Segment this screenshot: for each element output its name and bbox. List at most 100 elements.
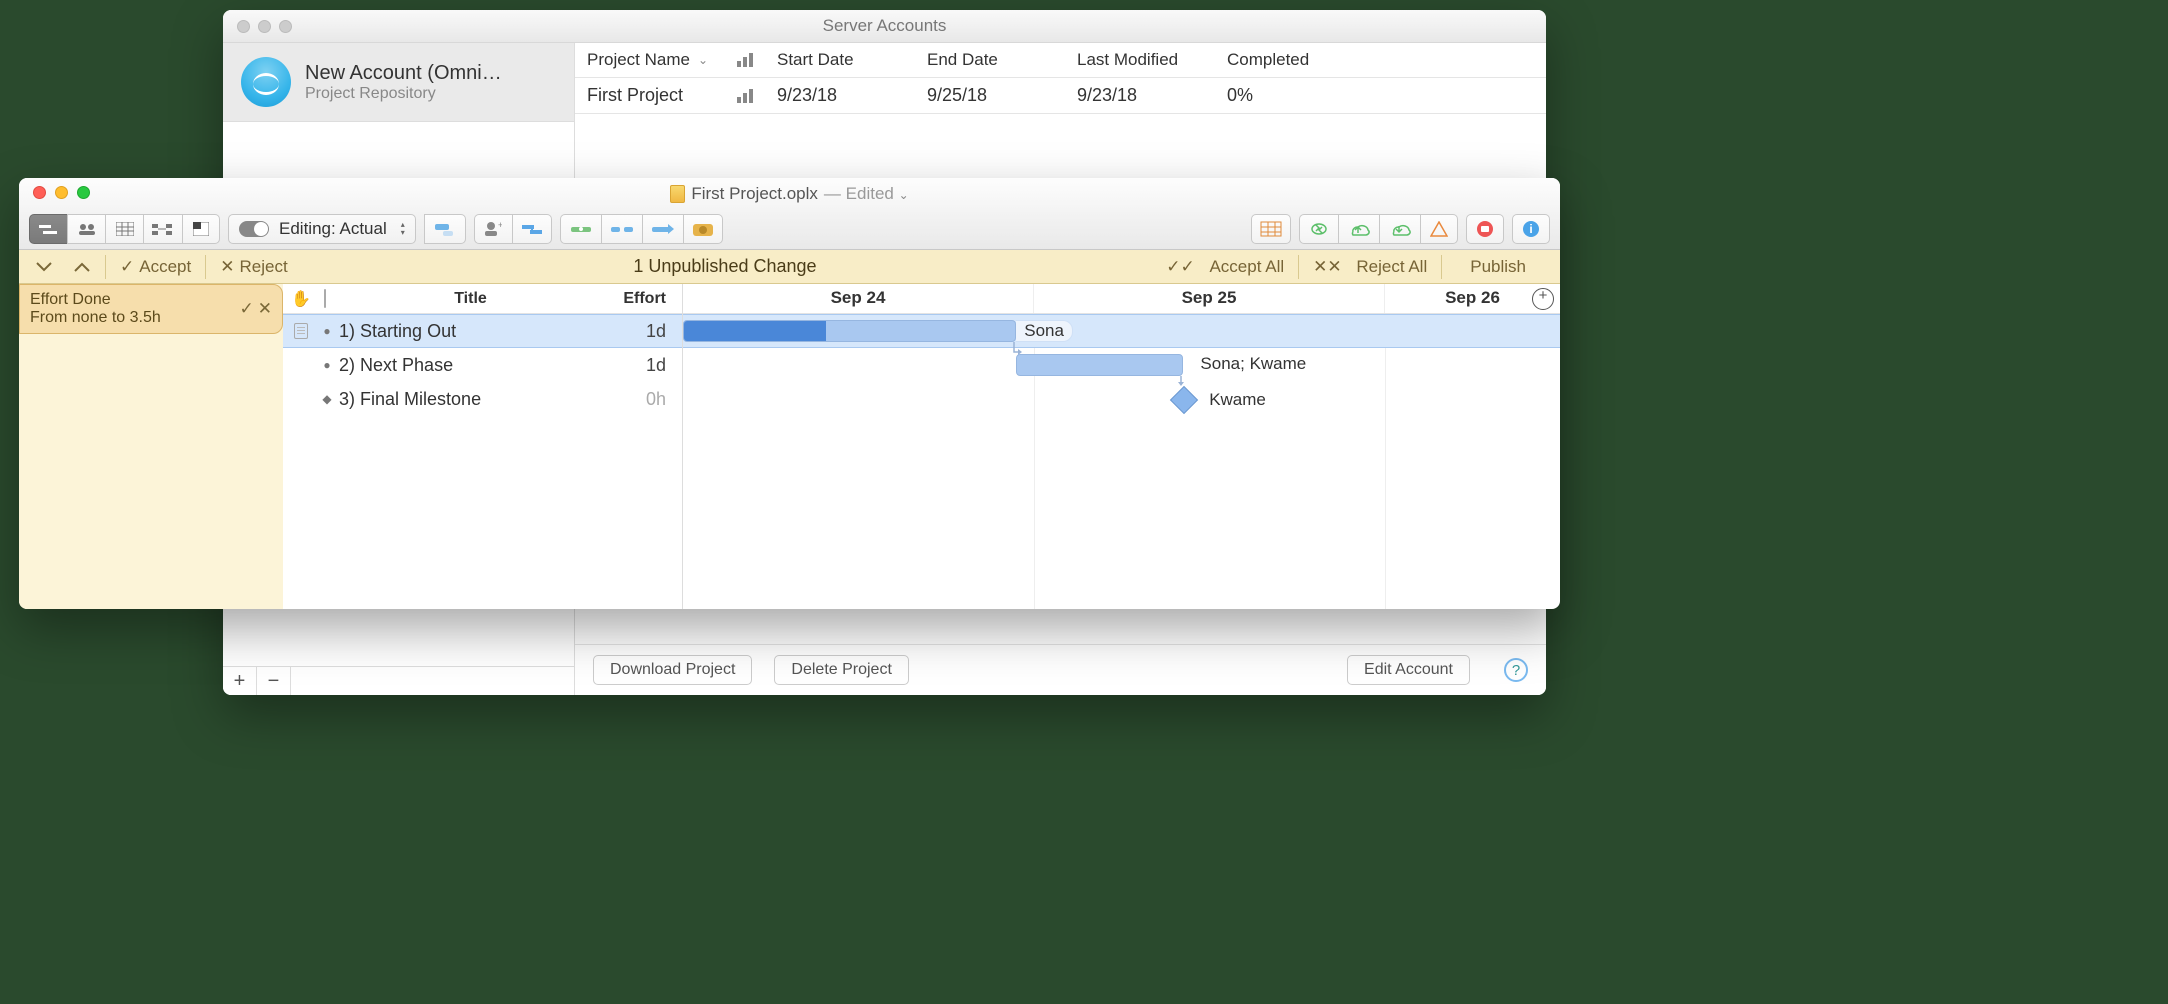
reports-button[interactable] bbox=[1251, 214, 1291, 244]
svg-text:+: + bbox=[498, 221, 502, 230]
view-styles-button[interactable] bbox=[182, 214, 220, 244]
add-account-button[interactable]: + bbox=[223, 667, 257, 695]
help-icon[interactable]: ? bbox=[1504, 658, 1528, 682]
add-resource-button[interactable]: + bbox=[474, 214, 512, 244]
next-change-button[interactable] bbox=[27, 258, 61, 276]
toggle-icon bbox=[239, 221, 269, 237]
project-window: First Project.oplx — Edited ⌄ Editing: A… bbox=[19, 178, 1560, 609]
project-table-header: Project Name ⌄ Start Date End Date Last … bbox=[575, 43, 1546, 78]
start-date-cell: 9/23/18 bbox=[765, 78, 915, 113]
accept-change-button[interactable]: ✓Accept bbox=[112, 254, 199, 280]
window-title: Server Accounts bbox=[223, 16, 1546, 36]
signal-icon bbox=[737, 89, 753, 103]
zoom-in-icon[interactable] bbox=[1532, 288, 1554, 310]
publish-button[interactable]: Publish bbox=[1448, 254, 1548, 280]
view-resources-button[interactable] bbox=[67, 214, 105, 244]
view-gantt-button[interactable] bbox=[29, 214, 67, 244]
svg-text:i: i bbox=[1529, 222, 1532, 236]
gantt-assignee-label: Sona; Kwame bbox=[1200, 354, 1306, 374]
note-icon bbox=[294, 323, 308, 339]
account-name: New Account (Omni… bbox=[305, 62, 502, 85]
account-subtitle: Project Repository bbox=[305, 85, 502, 103]
notes-column[interactable] bbox=[311, 286, 339, 312]
gantt-assignee-label: Sona bbox=[1016, 320, 1073, 342]
project-name-cell: First Project bbox=[587, 85, 683, 106]
account-item[interactable]: New Account (Omni… Project Repository bbox=[223, 43, 574, 122]
download-project-button[interactable]: Download Project bbox=[593, 655, 752, 685]
traffic-minimize[interactable] bbox=[258, 20, 271, 33]
col-completed[interactable]: Completed bbox=[1215, 43, 1546, 77]
traffic-zoom[interactable] bbox=[279, 20, 292, 33]
inspector-button[interactable]: i bbox=[1512, 214, 1550, 244]
titlebar: Server Accounts bbox=[223, 10, 1546, 43]
task-bullet: ● bbox=[321, 324, 333, 338]
stop-button[interactable] bbox=[1466, 214, 1504, 244]
traffic-close[interactable] bbox=[237, 20, 250, 33]
task-row[interactable]: ● 1) Starting Out 1d bbox=[283, 314, 682, 348]
grab-column[interactable]: ✋ bbox=[283, 285, 311, 313]
changes-pane: Effort Done From none to 3.5h ✓ ✕ bbox=[19, 284, 283, 609]
gantt-day-header: Sep 24 bbox=[683, 284, 1034, 313]
toolbar: Editing: Actual ▴▾ + bbox=[19, 214, 1560, 244]
change-title: Effort Done bbox=[30, 291, 272, 309]
modified-cell: 9/23/18 bbox=[1065, 78, 1215, 113]
change-count-label: 1 Unpublished Change bbox=[304, 256, 1147, 277]
col-project-name[interactable]: Project Name bbox=[587, 50, 690, 70]
remove-account-button[interactable]: − bbox=[257, 667, 291, 695]
col-end-date[interactable]: End Date bbox=[915, 43, 1065, 77]
gantt-bar-task-2[interactable] bbox=[1016, 354, 1183, 376]
double-check-icon: ✓✓ bbox=[1166, 257, 1195, 277]
document-icon bbox=[670, 185, 685, 203]
col-start-date[interactable]: Start Date bbox=[765, 43, 915, 77]
split-button[interactable] bbox=[601, 214, 642, 244]
titlebar: First Project.oplx — Edited ⌄ Editing: A… bbox=[19, 178, 1560, 250]
gantt-milestone[interactable] bbox=[1170, 386, 1198, 414]
effort-column[interactable]: Effort bbox=[602, 286, 682, 312]
leveling-button[interactable] bbox=[560, 214, 601, 244]
editing-mode-selector[interactable]: Editing: Actual ▴▾ bbox=[228, 214, 416, 244]
catchup-button[interactable] bbox=[642, 214, 683, 244]
snapshot-button[interactable] bbox=[683, 214, 723, 244]
view-network-button[interactable] bbox=[143, 214, 182, 244]
project-row[interactable]: First Project 9/23/18 9/25/18 9/23/18 0% bbox=[575, 78, 1546, 114]
fetch-down-button[interactable] bbox=[1379, 214, 1420, 244]
completed-cell: 0% bbox=[1215, 78, 1546, 113]
x-icon: ✕ bbox=[220, 257, 234, 277]
reject-change-button[interactable]: ✕Reject bbox=[212, 254, 295, 280]
end-date-cell: 9/25/18 bbox=[915, 78, 1065, 113]
reject-all-button[interactable]: ✕✕ Reject All bbox=[1305, 254, 1435, 280]
task-row[interactable]: ◆ 3) Final Milestone 0h bbox=[283, 382, 682, 416]
title-column[interactable]: Title bbox=[339, 286, 602, 312]
change-card[interactable]: Effort Done From none to 3.5h ✓ ✕ bbox=[19, 284, 283, 334]
prev-change-button[interactable] bbox=[65, 258, 99, 276]
reject-change-inline[interactable]: ✕ bbox=[258, 299, 272, 319]
add-task-button[interactable] bbox=[424, 214, 466, 244]
check-icon: ✓ bbox=[120, 257, 134, 277]
delete-project-button[interactable]: Delete Project bbox=[774, 655, 909, 685]
view-calendar-button[interactable] bbox=[105, 214, 143, 244]
stepper-icon: ▴▾ bbox=[401, 221, 405, 237]
change-tracking-bar: ✓Accept ✕Reject 1 Unpublished Change ✓✓ … bbox=[19, 250, 1560, 284]
milestone-bullet: ◆ bbox=[321, 392, 333, 406]
gantt-bar-task-1[interactable] bbox=[683, 320, 1016, 342]
task-row[interactable]: ● 2) Next Phase 1d bbox=[283, 348, 682, 382]
chevron-down-icon: ⌄ bbox=[899, 188, 909, 202]
accept-all-button[interactable]: ✓✓ Accept All bbox=[1158, 254, 1292, 280]
sync-button[interactable] bbox=[1299, 214, 1338, 244]
chevron-down-icon: ⌄ bbox=[698, 53, 708, 67]
gantt-day-header: Sep 25 bbox=[1034, 284, 1385, 313]
task-outline: ✋ Title Effort ● 1) Starting Out 1d ● 2)… bbox=[283, 284, 683, 609]
double-x-icon: ✕✕ bbox=[1313, 257, 1342, 277]
warnings-button[interactable] bbox=[1420, 214, 1458, 244]
change-detail: From none to 3.5h bbox=[30, 309, 272, 327]
repository-icon bbox=[241, 57, 291, 107]
gantt-assignee-label: Kwame bbox=[1209, 390, 1266, 410]
publish-up-button[interactable] bbox=[1338, 214, 1379, 244]
accept-change-inline[interactable]: ✓ bbox=[240, 299, 254, 319]
gantt-chart[interactable]: Sep 24 Sep 25 Sep 26 Sona Sona; Kwame bbox=[683, 284, 1560, 609]
document-title[interactable]: First Project.oplx — Edited ⌄ bbox=[19, 184, 1560, 204]
link-button[interactable] bbox=[512, 214, 552, 244]
col-last-modified[interactable]: Last Modified bbox=[1065, 43, 1215, 77]
edit-account-button[interactable]: Edit Account bbox=[1347, 655, 1470, 685]
note-icon bbox=[324, 289, 326, 308]
